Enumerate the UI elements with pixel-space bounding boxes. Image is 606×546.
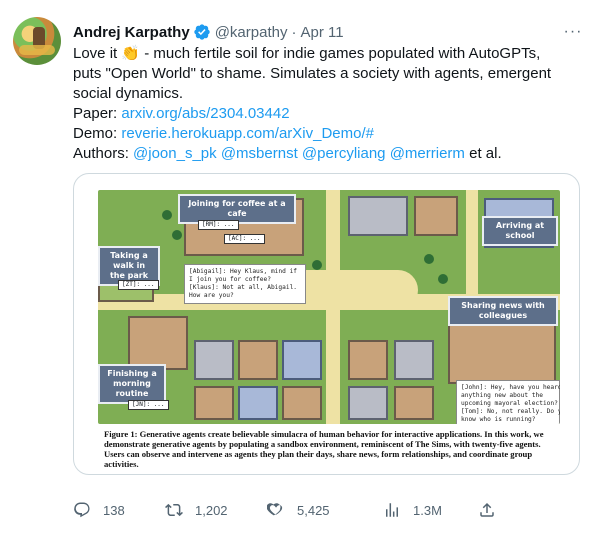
tweet-text: Love it 👏 - much fertile soil for indie … <box>73 44 588 164</box>
verified-badge-icon <box>194 24 210 40</box>
text-line-1: Love it 👏 - much fertile soil for indie … <box>73 44 588 64</box>
dialog-line: [Tom]: No, not really. Do you <box>461 408 560 415</box>
demo-line: Demo: reverie.herokuapp.com/arXiv_Demo/# <box>73 124 588 144</box>
separator-dot: · <box>291 23 297 41</box>
retweet-count: 1,202 <box>195 502 228 518</box>
ellipsis-icon[interactable]: ··· <box>563 22 583 42</box>
author-mention[interactable]: @merrierm <box>390 145 465 162</box>
game-map-image: Joining for coffee at a cafe [RM]: ... [… <box>98 190 560 424</box>
author-handle[interactable]: @karpathy <box>215 24 288 41</box>
views-icon <box>386 503 398 517</box>
like-count: 5,425 <box>297 502 330 518</box>
tweet: Andrej Karpathy @karpathy · Apr 11 ··· L… <box>0 0 606 546</box>
paper-line: Paper: arxiv.org/abs/2304.03442 <box>73 104 588 124</box>
dialog-line: How are you? <box>189 292 234 299</box>
author-mention[interactable]: @percyliang <box>302 145 386 162</box>
paper-label: Paper: <box>73 105 122 122</box>
label-school: Arriving at school <box>482 216 558 246</box>
demo-link[interactable]: reverie.herokuapp.com/arXiv_Demo/# <box>121 125 374 142</box>
dialog-line: anything new about the <box>461 392 543 399</box>
caption-text: Figure 1: Generative agents create belie… <box>104 429 544 469</box>
label-morning: Finishing a morning routine <box>98 364 166 404</box>
share-button[interactable] <box>478 498 508 522</box>
reply-count: 138 <box>103 502 125 518</box>
like-button[interactable]: 5,425 <box>267 498 330 522</box>
retweet-icon <box>165 503 183 517</box>
author-mention[interactable]: @msbernst <box>221 145 298 162</box>
reply-button[interactable]: 138 <box>73 498 125 522</box>
speech-bubble: [ZT]: ... <box>118 280 159 290</box>
dialog-line: know who is running? <box>461 416 536 423</box>
dialog-cafe: [Abigail]: Hey Klaus, mind if I join you… <box>184 264 306 304</box>
authors-label: Authors: <box>73 145 134 162</box>
avatar[interactable] <box>13 17 61 65</box>
dialog-line: I join you for coffee? <box>189 276 271 283</box>
tweet-media[interactable]: Joining for coffee at a cafe [RM]: ... [… <box>73 173 580 475</box>
dialog-line: [John]: Hey, have you heard <box>461 384 560 391</box>
demo-label: Demo: <box>73 125 122 142</box>
authors-suffix: et al. <box>464 145 502 162</box>
reply-icon <box>74 502 90 518</box>
text-line-3: social dynamics. <box>73 85 184 102</box>
speech-bubble: [RM]: ... <box>198 220 239 230</box>
text-segment: Love it <box>73 45 122 62</box>
clap-emoji: 👏 <box>121 45 141 62</box>
label-colleagues: Sharing news with colleagues <box>448 296 558 326</box>
dialog-line: [Abigail]: Hey Klaus, mind if <box>189 268 298 275</box>
author-name[interactable]: Andrej Karpathy <box>73 24 190 41</box>
author-mention[interactable]: @joon_s_pk <box>133 145 217 162</box>
text-segment: - much fertile soil for indie games popu… <box>140 45 541 62</box>
views-count: 1.3M <box>413 502 442 518</box>
dialog-line: upcoming mayoral election? <box>461 400 558 407</box>
dialog-news: [John]: Hey, have you heard anything new… <box>456 380 560 424</box>
tweet-actions: 138 1,202 5,425 1.3M <box>73 498 503 522</box>
like-icon <box>267 503 283 516</box>
text-line-2: puts "Open World" to shame. Simulates a … <box>73 65 552 82</box>
speech-bubble: [JN]: ... <box>128 400 169 410</box>
tweet-date[interactable]: Apr 11 <box>300 24 343 41</box>
dialog-line: [Klaus]: Not at all, Abigail. <box>189 284 298 291</box>
figure-caption: Figure 1: Generative agents create belie… <box>104 429 554 469</box>
views-button[interactable]: 1.3M <box>383 498 442 522</box>
share-icon <box>480 502 494 517</box>
speech-bubble: [AC]: ... <box>224 234 265 244</box>
tweet-header: Andrej Karpathy @karpathy · Apr 11 <box>73 21 344 43</box>
retweet-button[interactable]: 1,202 <box>165 498 228 522</box>
authors-line: Authors: @joon_s_pk @msbernst @percylian… <box>73 144 588 164</box>
paper-link[interactable]: arxiv.org/abs/2304.03442 <box>121 105 289 122</box>
